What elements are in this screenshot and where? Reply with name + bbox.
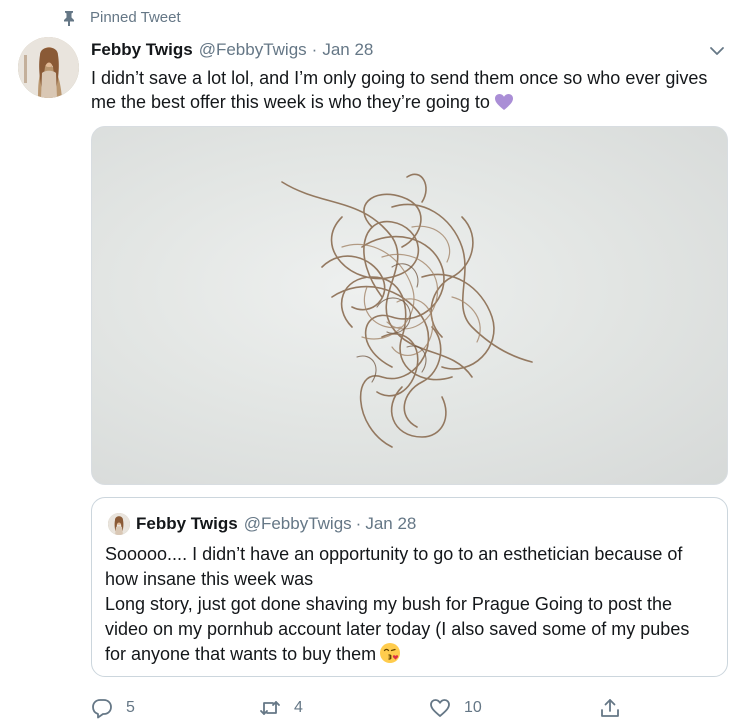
tweet-body: I didn’t save a lot lol, and I’m only go… [91, 68, 708, 112]
avatar[interactable] [18, 37, 79, 98]
quoted-text-line: Long story, just got done shaving my bus… [105, 594, 673, 614]
quoted-tweet-date: Jan 28 [365, 514, 417, 533]
retweet-icon [260, 701, 280, 715]
like-button[interactable]: 10 [429, 697, 482, 719]
kissing-face-icon [379, 642, 401, 664]
tweet-header: Febby Twigs @FebbyTwigs · Jan 28 [91, 40, 373, 60]
like-count: 10 [464, 699, 482, 716]
quoted-tweet-text: Sooooo.... I didn’t have an opportunity … [105, 542, 720, 667]
retweet-count: 4 [294, 699, 303, 716]
tweet-date[interactable]: Jan 28 [322, 40, 373, 60]
quoted-text-last: for anyone that wants to buy them [105, 644, 377, 664]
author-handle[interactable]: @FebbyTwigs [199, 40, 307, 60]
reply-icon [92, 699, 112, 719]
like-icon [430, 699, 450, 717]
tweet-actions: 5 4 10 [91, 697, 728, 723]
quoted-text-line: Sooooo.... I didn’t have an opportunity … [105, 544, 683, 564]
author-name[interactable]: Febby Twigs [91, 40, 193, 60]
pinned-indicator: Pinned Tweet [62, 9, 181, 26]
header-separator: · [311, 40, 318, 59]
pinned-label: Pinned Tweet [90, 9, 181, 26]
retweet-button[interactable]: 4 [259, 697, 303, 719]
share-icon [601, 699, 619, 717]
quoted-header-separator: · [355, 514, 362, 533]
quoted-text-line-last: for anyone that wants to buy them [105, 642, 720, 667]
quoted-author-handle: @FebbyTwigs [243, 514, 352, 533]
chevron-down-icon[interactable] [708, 42, 726, 60]
quoted-avatar [108, 513, 130, 535]
pin-icon [62, 10, 76, 26]
tweet-image[interactable] [91, 126, 728, 485]
reply-button[interactable]: 5 [91, 697, 135, 719]
reply-count: 5 [126, 699, 135, 716]
tweet-text: I didn’t save a lot lol, and I’m only go… [91, 66, 711, 114]
share-button[interactable] [599, 697, 621, 719]
quoted-text-line: video on my pornhub account later today … [105, 619, 690, 639]
pinned-tweet[interactable]: Pinned Tweet Febby Twigs @FebbyTwigs · J… [0, 0, 740, 725]
quoted-text-line: how insane this week was [105, 569, 314, 589]
quoted-tweet[interactable]: Febby Twigs @FebbyTwigs · Jan 28 Sooooo.… [91, 497, 728, 677]
purple-heart-icon [494, 93, 514, 111]
quoted-author-name: Febby Twigs [136, 514, 238, 533]
quoted-tweet-header: Febby Twigs @FebbyTwigs · Jan 28 [108, 513, 416, 535]
